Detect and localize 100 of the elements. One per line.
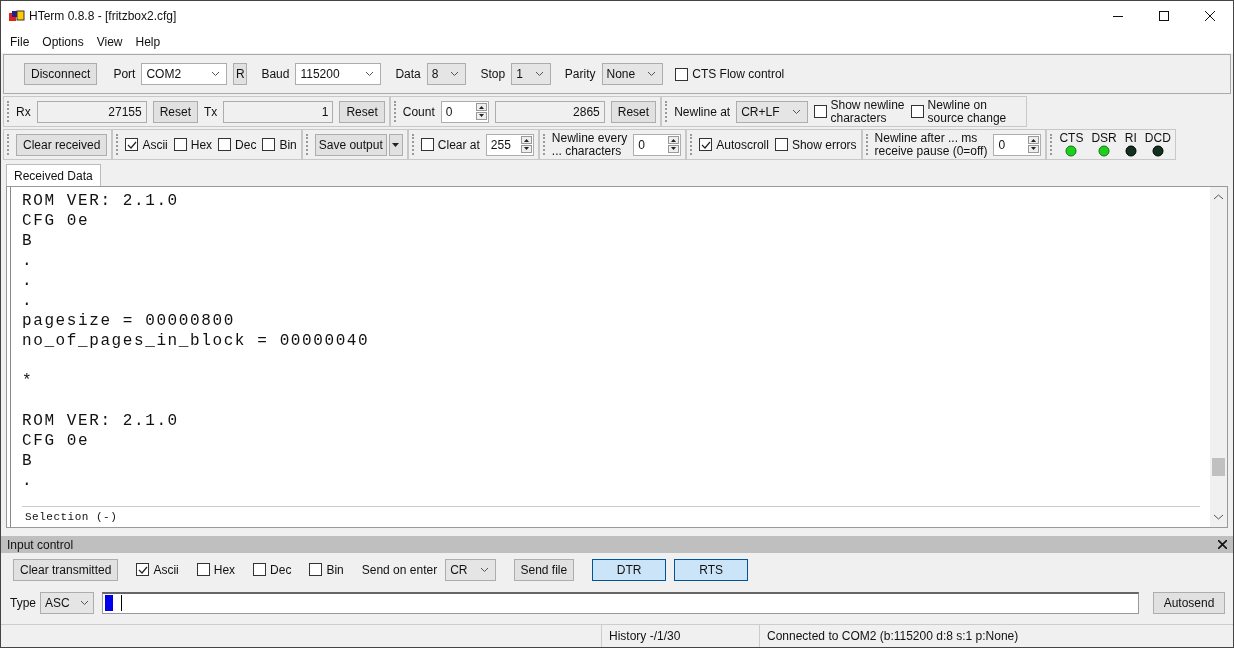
checkbox[interactable]: Dec — [218, 135, 257, 154]
received-line: ROM VER: 2.1.0 — [22, 411, 179, 431]
checkbox[interactable]: Bin — [309, 560, 344, 579]
chevron-down-icon — [479, 566, 489, 573]
dropdown[interactable]: 8 — [426, 63, 467, 85]
led-label: DCD — [1144, 132, 1171, 145]
checkbox[interactable]: Bin — [262, 135, 297, 154]
checkbox[interactable]: Newline on source change — [910, 98, 1007, 125]
dropdown-button[interactable] — [388, 133, 403, 156]
dropdown[interactable]: CR+LF — [736, 100, 808, 123]
dropdown[interactable]: 1 — [511, 63, 551, 85]
led-label: RI — [1124, 132, 1137, 145]
field-label: Count — [402, 103, 435, 121]
received-line: . — [22, 471, 34, 491]
spin-arrows-icon[interactable] — [1028, 136, 1040, 153]
checkbox[interactable]: Show newline characters — [813, 98, 905, 125]
chevron-down-icon — [80, 599, 89, 606]
received-line: B — [22, 231, 34, 251]
received-line: . — [22, 271, 34, 291]
received-line: B — [22, 451, 34, 471]
counter-readout: 27155 — [36, 100, 147, 123]
dropdown[interactable]: COM2 — [141, 63, 228, 85]
refresh-button[interactable]: R — [233, 63, 248, 85]
received-line: pagesize = 00000800 — [22, 311, 235, 331]
checkbox[interactable]: Autoscroll — [699, 135, 769, 154]
checkbox[interactable]: CTS Flow control — [675, 65, 785, 83]
checkbox[interactable]: Dec — [253, 560, 292, 579]
toolbar-button[interactable]: Reset — [610, 100, 657, 123]
checkbox[interactable]: Show errors — [774, 135, 857, 154]
checkbox[interactable]: Hex — [196, 560, 236, 579]
spin-field[interactable]: 0 — [633, 133, 682, 156]
toggle-button[interactable]: DTR — [592, 558, 667, 581]
close-icon — [1205, 11, 1215, 21]
field-label: Stop — [480, 67, 506, 81]
minimize-icon — [1113, 15, 1123, 17]
app-icon — [9, 9, 25, 23]
spin-arrows-icon[interactable] — [475, 103, 487, 120]
toolbar-button[interactable]: Disconnect — [24, 63, 98, 85]
field-label: Tx — [204, 103, 218, 121]
menu-item[interactable]: Options — [42, 33, 84, 51]
field-label: Rx — [16, 103, 31, 121]
field-label: Send on enter — [361, 562, 438, 577]
tab[interactable]: Received Data — [6, 164, 101, 186]
field-label: Port — [113, 67, 136, 81]
close-icon[interactable] — [1218, 540, 1227, 549]
status-text: Connected to COM2 (b:115200 d:8 s:1 p:None) — [759, 625, 1026, 647]
received-line: . — [22, 251, 34, 271]
check-icon — [137, 565, 148, 574]
chevron-down-icon — [647, 71, 657, 77]
vertical-scrollbar[interactable] — [1210, 187, 1227, 527]
status-text: History -/1/30 — [601, 625, 759, 647]
selection-status: Selection (-) — [25, 510, 118, 523]
toolbar-button[interactable]: Reset — [152, 100, 199, 123]
checkbox[interactable]: Hex — [173, 135, 213, 154]
received-line: * — [22, 371, 34, 391]
toolbar-button[interactable]: Clear received — [16, 133, 108, 156]
chevron-down-icon — [211, 71, 221, 77]
checkbox[interactable]: Ascii — [125, 135, 168, 154]
dropdown[interactable]: CR — [445, 558, 496, 581]
led-label: CTS — [1059, 132, 1084, 145]
input-field[interactable] — [102, 591, 1139, 614]
received-line: . — [22, 291, 34, 311]
spin-field[interactable]: 0 — [440, 100, 489, 123]
dropdown[interactable]: 115200 — [295, 63, 382, 85]
spin-field[interactable]: 0 — [993, 133, 1042, 156]
field-label: Newline after ... ms receive pause (0=off) — [874, 131, 988, 158]
dropdown[interactable]: None — [601, 63, 664, 85]
toolbar-button[interactable]: Send file — [513, 558, 575, 581]
autosend-button[interactable]: Autosend — [1153, 591, 1225, 614]
field-label: Baud — [261, 67, 290, 81]
caret-icon — [392, 142, 400, 147]
field-label: Newline at — [674, 103, 731, 121]
spin-field[interactable]: 255 — [485, 133, 534, 156]
chevron-down-icon — [791, 108, 801, 115]
received-line: ROM VER: 2.1.0 — [22, 191, 179, 211]
check-icon — [126, 140, 137, 149]
maximize-icon — [1159, 11, 1169, 21]
spin-arrows-icon[interactable] — [668, 136, 680, 153]
check-icon — [700, 140, 711, 149]
checkbox[interactable]: Ascii — [136, 560, 179, 579]
toolbar-button[interactable]: Clear transmitted — [13, 558, 119, 581]
menu-item[interactable]: Help — [135, 33, 161, 51]
toggle-button[interactable]: RTS — [674, 558, 749, 581]
counter-readout: 1 — [223, 100, 334, 123]
dropdown[interactable]: ASC — [40, 591, 94, 614]
panel-title: Input control — [7, 536, 74, 554]
chevron-down-icon — [534, 71, 544, 77]
field-label: Newline every ... characters — [551, 131, 628, 158]
toolbar-button[interactable]: Save output — [314, 133, 387, 156]
field-label: Parity — [564, 67, 596, 81]
field-label: Data — [395, 67, 421, 81]
spin-arrows-icon[interactable] — [520, 136, 532, 153]
toolbar-button[interactable]: Reset — [339, 100, 385, 123]
checkbox[interactable]: Clear at — [420, 135, 480, 154]
field-label: Type — [10, 594, 36, 612]
menu-item[interactable]: File — [10, 33, 30, 51]
counter-readout: 2865 — [494, 100, 605, 123]
received-line: no_of_pages_in_block = 00000040 — [22, 331, 370, 351]
menu-item[interactable]: View — [96, 33, 123, 51]
chevron-down-icon — [365, 71, 375, 77]
